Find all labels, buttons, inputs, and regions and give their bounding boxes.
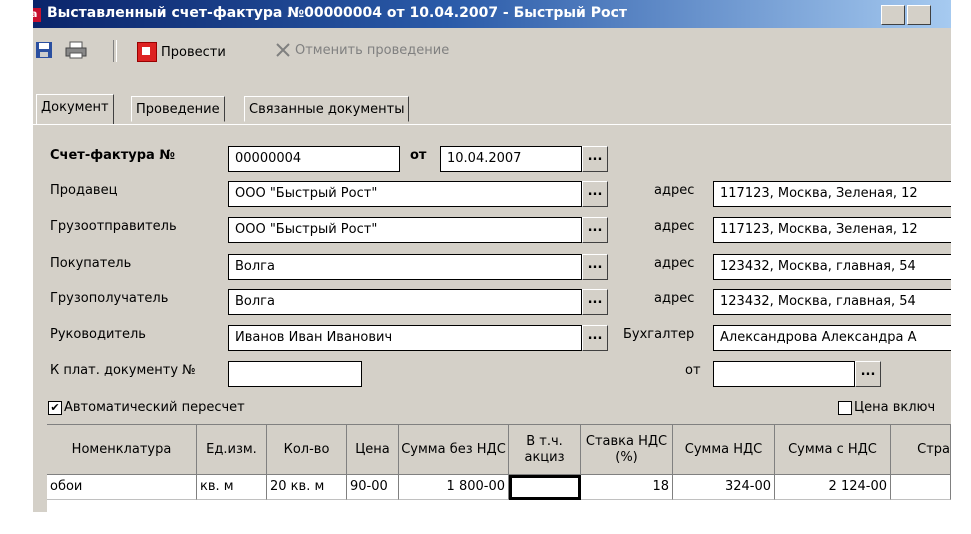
table-cell[interactable]: 18 <box>581 475 673 500</box>
toolbar: Провести Отменить проведение <box>33 28 951 72</box>
minimize-button[interactable] <box>881 5 905 25</box>
post-button[interactable]: Провести <box>137 42 226 62</box>
seller-select-button[interactable]: ... <box>582 181 608 207</box>
column-header[interactable]: Сумма НДС <box>673 425 775 475</box>
cancel-posting-button[interactable]: Отменить проведение <box>275 42 449 58</box>
save-icon[interactable] <box>35 41 53 59</box>
date-picker-button[interactable]: ... <box>582 146 608 172</box>
table-cell[interactable]: 2 124-00 <box>775 475 891 500</box>
consignee-address-field[interactable]: 123432, Москва, главная, 54 <box>713 289 951 315</box>
check-icon: ✔ <box>48 400 62 415</box>
column-header[interactable]: Номенклатура <box>47 425 197 475</box>
table-cell[interactable]: 1 800-00 <box>399 475 509 500</box>
seller-label: Продавец <box>50 183 118 198</box>
buyer-label: Покупатель <box>50 256 132 271</box>
window-title: Выставленный счет-фактура №00000004 от 1… <box>47 5 628 21</box>
tab-related-documents[interactable]: Связанные документы <box>244 96 410 122</box>
manager-label: Руководитель <box>50 327 146 342</box>
shipper-address-label: адрес <box>654 219 695 234</box>
column-header[interactable]: Сумма с НДС <box>775 425 891 475</box>
shipper-select-button[interactable]: ... <box>582 217 608 243</box>
price-includes-vat-checkbox[interactable]: Цена включ <box>838 400 935 415</box>
price-includes-vat-label: Цена включ <box>854 400 936 415</box>
cancel-posting-label: Отменить проведение <box>295 42 450 58</box>
table-cell[interactable]: 324-00 <box>673 475 775 500</box>
toolbar-separator <box>113 40 117 62</box>
title-bar[interactable]: a Выставленный счет-фактура №00000004 от… <box>33 0 951 28</box>
seller-address-field[interactable]: 117123, Москва, Зеленая, 12 <box>713 181 951 207</box>
auto-recalc-checkbox[interactable]: ✔ Автоматический пересчет <box>48 400 245 415</box>
buyer-field[interactable]: Волга <box>228 254 582 280</box>
invoice-number-field[interactable]: 00000004 <box>228 146 400 172</box>
auto-recalc-label: Автоматический пересчет <box>64 400 245 415</box>
payment-date-label: от <box>685 363 701 378</box>
buyer-select-button[interactable]: ... <box>582 254 608 280</box>
maximize-button[interactable] <box>907 5 931 25</box>
payment-doc-label: К плат. документу № <box>50 363 196 378</box>
cross-icon <box>276 43 290 57</box>
payment-doc-field[interactable] <box>228 361 362 387</box>
shipper-address-field[interactable]: 117123, Москва, Зеленая, 12 <box>713 217 951 243</box>
table-cell[interactable]: 90-00 <box>347 475 399 500</box>
consignee-field[interactable]: Волга <box>228 289 582 315</box>
table-cell[interactable]: обои <box>47 475 197 500</box>
column-header[interactable]: Цена <box>347 425 399 475</box>
manager-select-button[interactable]: ... <box>582 325 608 351</box>
manager-field[interactable]: Иванов Иван Иванович <box>228 325 582 351</box>
date-field[interactable]: 10.04.2007 <box>440 146 582 172</box>
consignee-address-label: адрес <box>654 291 695 306</box>
post-label: Провести <box>161 44 226 60</box>
tab-document[interactable]: Документ <box>36 94 114 124</box>
invoice-number-label: Счет-фактура № <box>50 148 175 163</box>
table-cell[interactable] <box>891 475 951 500</box>
post-icon <box>137 42 157 62</box>
accountant-field[interactable]: Александрова Александра А <box>713 325 951 351</box>
buyer-address-field[interactable]: 123432, Москва, главная, 54 <box>713 254 951 280</box>
table-cell[interactable]: кв. м <box>197 475 267 500</box>
seller-field[interactable]: ООО "Быстрый Рост" <box>228 181 582 207</box>
column-header[interactable]: В т.ч. акциз <box>509 425 581 475</box>
payment-date-picker-button[interactable]: ... <box>855 361 881 387</box>
buyer-address-label: адрес <box>654 256 695 271</box>
print-icon[interactable] <box>65 41 87 59</box>
checkbox-empty-icon <box>838 400 852 415</box>
shipper-field[interactable]: ООО "Быстрый Рост" <box>228 217 582 243</box>
payment-date-field[interactable] <box>713 361 855 387</box>
items-table: Номенклатура Ед.изм. Кол-во Цена Сумма б… <box>47 424 951 512</box>
seller-address-label: адрес <box>654 183 695 198</box>
table-cell[interactable]: 20 кв. м <box>267 475 347 500</box>
column-header[interactable]: Стра <box>891 425 951 475</box>
consignee-label: Грузополучатель <box>50 291 169 306</box>
column-header[interactable]: Ставка НДС (%) <box>581 425 673 475</box>
consignee-select-button[interactable]: ... <box>582 289 608 315</box>
app-icon: a <box>33 8 41 22</box>
date-label: от <box>410 148 427 163</box>
shipper-label: Грузоотправитель <box>50 219 177 234</box>
accountant-label: Бухгалтер <box>623 327 695 342</box>
tab-posting[interactable]: Проведение <box>131 96 225 122</box>
invoice-window: a Выставленный счет-фактура №00000004 от… <box>33 0 951 512</box>
column-header[interactable]: Кол-во <box>267 425 347 475</box>
column-header[interactable]: Сумма без НДС <box>399 425 509 475</box>
table-cell-editing[interactable] <box>509 475 581 500</box>
column-header[interactable]: Ед.изм. <box>197 425 267 475</box>
